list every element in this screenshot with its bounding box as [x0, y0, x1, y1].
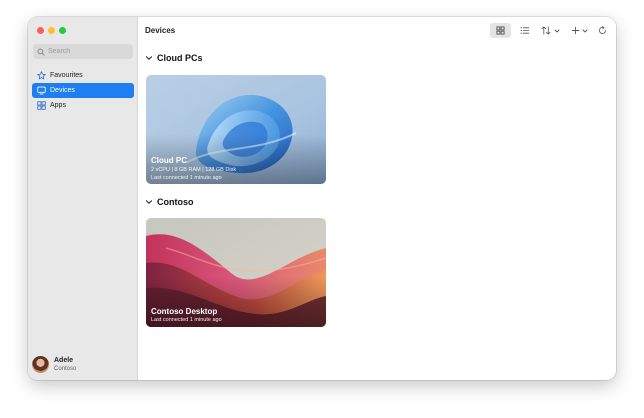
monitor-icon — [36, 86, 46, 96]
sidebar: Favourites Devices Apps — [28, 17, 138, 380]
sidebar-item-favourites[interactable]: Favourites — [32, 68, 134, 83]
sidebar-item-label: Favourites — [50, 72, 83, 79]
chevron-down-icon — [582, 29, 587, 33]
sidebar-item-devices[interactable]: Devices — [32, 83, 134, 98]
zoom-window-button[interactable] — [59, 27, 66, 34]
grid-view-icon — [496, 26, 505, 35]
sidebar-nav: Favourites Devices Apps — [32, 68, 134, 113]
chevron-down-icon — [145, 200, 153, 204]
user-name: Adele — [54, 357, 74, 364]
search-box[interactable] — [33, 44, 133, 59]
search-icon — [37, 47, 45, 56]
sort-icon — [541, 26, 551, 35]
card-status: Last connected 1 minute ago — [151, 175, 222, 181]
card-status: Last connected 1 minute ago — [151, 317, 222, 323]
chevron-down-icon — [145, 56, 153, 60]
refresh-icon — [598, 26, 606, 34]
device-card-cloud-pc[interactable]: Cloud PC 2 vCPU | 8 GB RAM | 128 GB Disk… — [146, 75, 326, 184]
section-header-contoso[interactable]: Contoso — [145, 197, 194, 207]
refresh-button[interactable] — [595, 23, 609, 38]
main-content: Devices Cloud PCs Cloud PC 2 vCPU | 8 GB… — [138, 17, 616, 380]
stage: Favourites Devices Apps — [0, 0, 644, 418]
window-controls — [37, 27, 66, 34]
star-icon — [36, 71, 46, 81]
add-icon — [571, 26, 579, 35]
section-label: Cloud PCs — [157, 53, 203, 63]
sidebar-item-apps[interactable]: Apps — [32, 98, 134, 113]
app-window: Favourites Devices Apps — [28, 17, 616, 380]
close-window-button[interactable] — [37, 27, 44, 34]
user-org: Contoso — [54, 366, 77, 372]
sidebar-item-label: Apps — [50, 102, 66, 109]
minimize-window-button[interactable] — [48, 27, 55, 34]
card-specs: 2 vCPU | 8 GB RAM | 128 GB Disk — [151, 167, 237, 173]
section-label: Contoso — [157, 197, 194, 207]
list-view-icon — [520, 27, 529, 34]
chevron-down-icon — [554, 29, 559, 33]
page-title: Devices — [145, 26, 176, 35]
add-button[interactable] — [568, 23, 590, 38]
user-profile[interactable]: Adele Contoso — [32, 356, 76, 373]
avatar — [32, 356, 49, 373]
toolbar: Devices — [138, 17, 616, 45]
apps-grid-icon — [36, 101, 46, 111]
card-title: Cloud PC — [151, 156, 187, 165]
sidebar-item-label: Devices — [50, 87, 75, 94]
card-title: Contoso Desktop — [151, 307, 218, 316]
section-header-cloud-pcs[interactable]: Cloud PCs — [145, 53, 203, 63]
grid-view-button[interactable] — [490, 23, 511, 38]
search-input[interactable] — [48, 48, 128, 55]
user-info: Adele Contoso — [54, 356, 76, 373]
device-card-contoso-desktop[interactable]: Contoso Desktop Last connected 1 minute … — [146, 218, 326, 327]
list-view-button[interactable] — [516, 23, 533, 38]
sort-button[interactable] — [538, 23, 562, 38]
